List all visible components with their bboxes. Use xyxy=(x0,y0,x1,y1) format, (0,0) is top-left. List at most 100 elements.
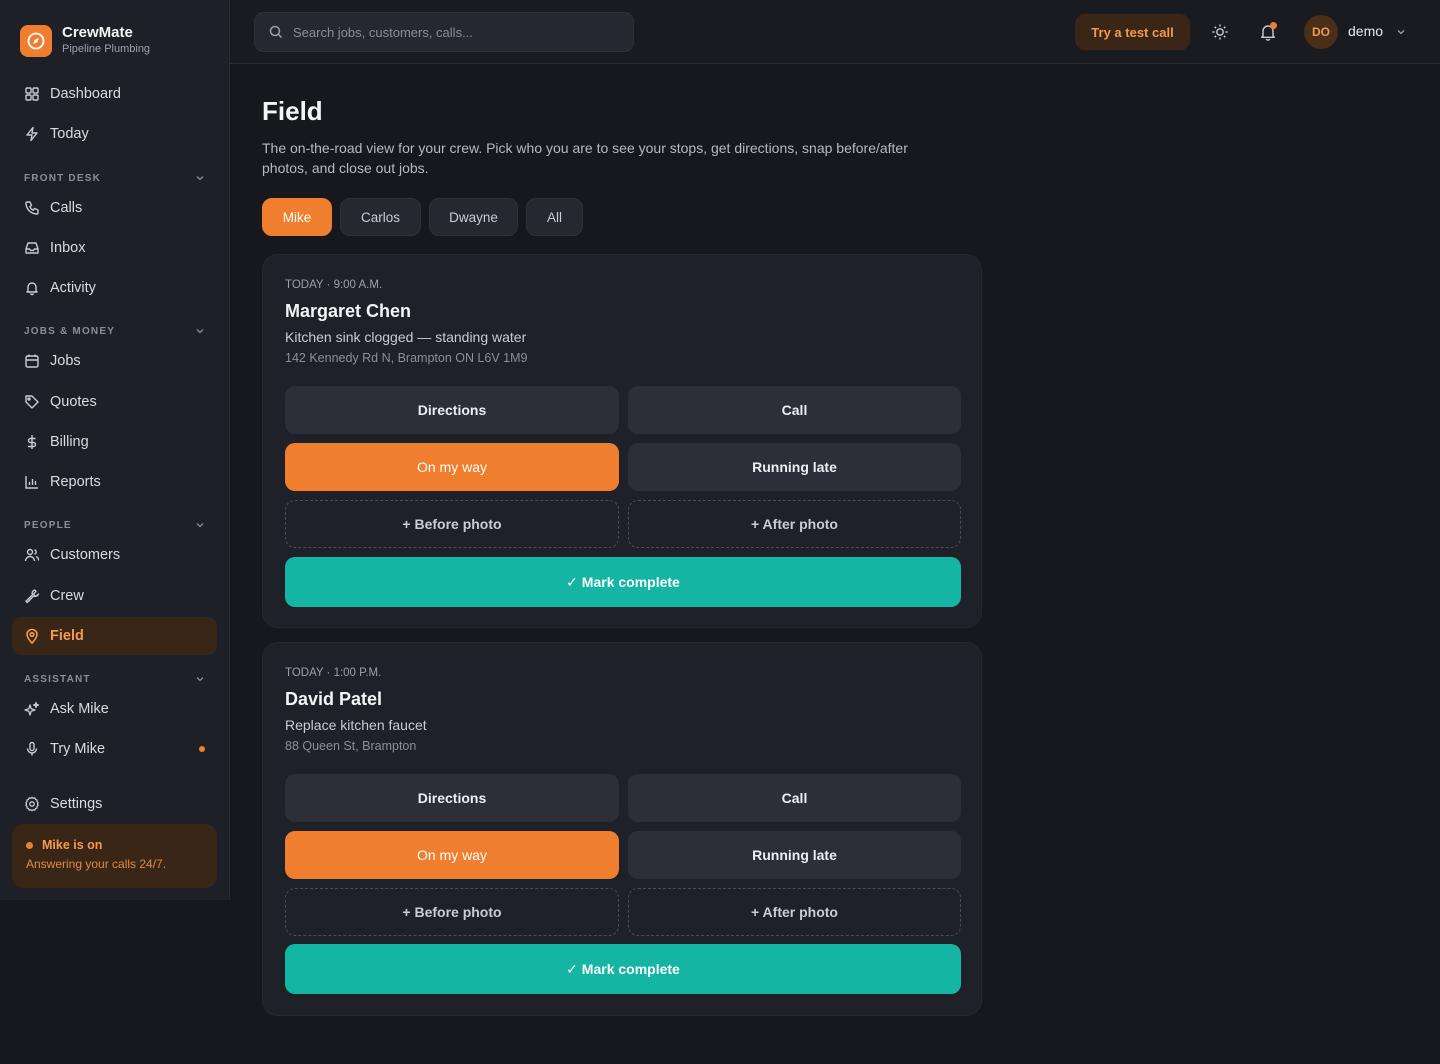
sidebar-item-quotes[interactable]: Quotes xyxy=(12,383,217,421)
sidebar-item-label: Settings xyxy=(50,796,103,812)
job-time: TODAY · 9:00 A.M. xyxy=(285,279,383,291)
compass-icon xyxy=(20,24,52,57)
sidebar-item-dashboard[interactable]: Dashboard xyxy=(12,75,217,113)
assistant-status-card: Mike is on Answering your calls 24/7. xyxy=(12,824,217,888)
sidebar-item-label: Jobs xyxy=(50,353,81,369)
status-subtitle: Answering your calls 24/7. xyxy=(26,857,167,871)
sidebar-item-reports[interactable]: Reports xyxy=(12,463,217,501)
try-test-call-button[interactable]: Try a test call xyxy=(1075,14,1190,50)
sidebar-item-ask-mike[interactable]: Ask Mike xyxy=(12,690,217,728)
section-header-front-desk[interactable]: FRONT DESK xyxy=(24,171,205,185)
call-button[interactable]: Call xyxy=(628,774,961,822)
notification-badge xyxy=(1270,22,1277,29)
sidebar-item-label: Field xyxy=(50,628,84,644)
section-header-jobs-money[interactable]: JOBS & MONEY xyxy=(24,324,205,338)
avatar[interactable]: DO xyxy=(1304,15,1338,49)
calendar-icon xyxy=(24,353,40,369)
sidebar-item-try-mike[interactable]: Try Mike xyxy=(12,730,217,768)
sidebar-item-customers[interactable]: Customers xyxy=(12,536,217,574)
sidebar-item-settings[interactable]: Settings xyxy=(12,785,217,823)
job-description: Replace kitchen faucet xyxy=(285,717,427,733)
user-name[interactable]: demo xyxy=(1348,23,1383,39)
chevron-down-icon xyxy=(196,329,204,334)
sidebar: CrewMate Pipeline Plumbing Dashboard Tod… xyxy=(0,0,230,900)
sidebar-item-today[interactable]: Today xyxy=(12,115,217,153)
crew-tab-dwayne[interactable]: Dwayne xyxy=(429,198,518,236)
sidebar-item-label: Customers xyxy=(50,547,121,563)
brand-name: CrewMate xyxy=(62,24,133,41)
job-customer-name: David Patel xyxy=(285,689,383,709)
status-dot xyxy=(26,841,33,849)
users-icon xyxy=(24,547,40,563)
directions-button[interactable]: Directions xyxy=(285,386,619,434)
topbar: Try a test call DO demo xyxy=(230,0,1440,64)
tag-icon xyxy=(24,394,40,410)
sun-icon[interactable] xyxy=(1210,22,1230,42)
sidebar-item-field[interactable]: Field xyxy=(12,617,217,655)
sidebar-item-jobs[interactable]: Jobs xyxy=(12,342,217,380)
sidebar-item-crew[interactable]: Crew xyxy=(12,577,217,615)
page-title: Field xyxy=(262,96,323,126)
page-description: The on-the-road view for your crew. Pick… xyxy=(262,140,908,176)
sidebar-item-billing[interactable]: Billing xyxy=(12,423,217,461)
crew-tab-carlos[interactable]: Carlos xyxy=(340,198,421,236)
search-bar[interactable] xyxy=(254,12,634,52)
job-address: 88 Queen St, Brampton xyxy=(285,739,417,753)
sidebar-item-label: Dashboard xyxy=(50,86,121,102)
directions-button[interactable]: Directions xyxy=(285,774,619,822)
brand[interactable]: CrewMate Pipeline Plumbing xyxy=(20,24,150,57)
running-late-button[interactable]: Running late xyxy=(628,831,961,879)
call-button[interactable]: Call xyxy=(628,386,961,434)
section-header-assistant[interactable]: ASSISTANT xyxy=(24,672,205,686)
sidebar-item-calls[interactable]: Calls xyxy=(12,189,217,227)
after-photo-button[interactable]: + After photo xyxy=(628,888,961,936)
before-photo-button[interactable]: + Before photo xyxy=(285,888,619,936)
sidebar-item-label: Billing xyxy=(50,434,89,450)
sidebar-item-label: Quotes xyxy=(50,394,97,410)
brand-subtitle: Pipeline Plumbing xyxy=(62,43,151,55)
running-late-button[interactable]: Running late xyxy=(628,443,961,491)
grid-icon xyxy=(24,86,40,102)
before-photo-button[interactable]: + Before photo xyxy=(285,500,619,548)
sidebar-item-label: Crew xyxy=(50,588,84,604)
job-description: Kitchen sink clogged — standing water xyxy=(285,329,527,345)
mic-icon xyxy=(24,741,40,757)
map-pin-icon xyxy=(24,628,40,644)
live-indicator-dot xyxy=(199,746,205,752)
chevron-down-icon xyxy=(196,677,204,682)
mark-complete-button[interactable]: ✓ Mark complete xyxy=(285,944,961,994)
wrench-icon xyxy=(24,588,40,604)
sidebar-item-label: Reports xyxy=(50,474,101,490)
gear-icon xyxy=(24,796,40,812)
inbox-icon xyxy=(24,240,40,256)
on-my-way-button[interactable]: On my way xyxy=(285,443,619,491)
search-icon xyxy=(269,25,283,39)
chevron-down-icon xyxy=(196,176,204,181)
after-photo-button[interactable]: + After photo xyxy=(628,500,961,548)
section-header-people[interactable]: PEOPLE xyxy=(24,518,205,532)
sidebar-item-label: Ask Mike xyxy=(50,701,109,717)
job-card: TODAY · 9:00 A.M. Margaret Chen Kitchen … xyxy=(262,254,982,628)
dollar-icon xyxy=(24,434,40,450)
on-my-way-button[interactable]: On my way xyxy=(285,831,619,879)
bell-icon xyxy=(24,280,40,296)
phone-icon xyxy=(24,200,40,216)
bar-chart-icon xyxy=(24,474,40,490)
sidebar-item-label: Calls xyxy=(50,200,83,216)
job-time: TODAY · 1:00 P.M. xyxy=(285,667,382,679)
mark-complete-button[interactable]: ✓ Mark complete xyxy=(285,557,961,607)
bolt-icon xyxy=(24,126,40,142)
sidebar-item-inbox[interactable]: Inbox xyxy=(12,229,217,267)
sidebar-item-activity[interactable]: Activity xyxy=(12,269,217,307)
job-customer-name: Margaret Chen xyxy=(285,301,412,321)
chevron-down-icon[interactable] xyxy=(1396,27,1406,37)
chevron-down-icon xyxy=(196,523,204,528)
crew-tab-mike[interactable]: Mike xyxy=(262,198,332,236)
sparkles-icon xyxy=(24,701,40,717)
crew-tab-all[interactable]: All xyxy=(526,198,583,236)
status-title: Mike is on xyxy=(42,838,103,852)
sidebar-item-label: Today xyxy=(50,126,89,142)
sidebar-item-label: Activity xyxy=(50,280,96,296)
search-input[interactable] xyxy=(293,24,613,40)
sidebar-item-label: Try Mike xyxy=(50,741,106,757)
